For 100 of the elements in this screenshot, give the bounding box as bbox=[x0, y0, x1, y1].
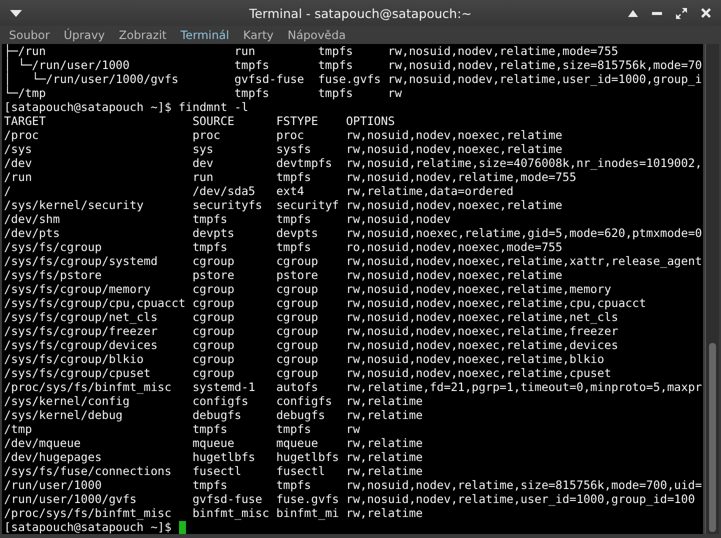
terminal-text: rw,nosuid,noexec,relatime,gid=5,mode=620,ptmxmode=0 bbox=[346, 226, 702, 240]
terminal-text: devtmpfs bbox=[276, 156, 332, 170]
cursor bbox=[178, 521, 186, 534]
terminal-text: cgroup bbox=[276, 296, 318, 310]
menu-item[interactable]: Karty bbox=[236, 28, 281, 42]
terminal-text: tmpfs bbox=[318, 58, 353, 72]
terminal-text: tmpfs bbox=[192, 478, 228, 492]
terminal-text: cgroup bbox=[276, 352, 318, 366]
terminal-text: rw,nosuid,nodev bbox=[346, 212, 451, 226]
terminal-text: tmpfs bbox=[234, 58, 270, 72]
terminal-text: rw,nosuid,nodev,noexec,relatime,cpuset bbox=[346, 366, 612, 380]
window-title: Terminal - satapouch@satapouch:~ bbox=[248, 6, 473, 20]
terminal-text: /run/user/1000/gvfs bbox=[4, 492, 137, 506]
menu-item[interactable]: Terminál bbox=[174, 28, 236, 42]
terminal-text: rw,relatime bbox=[346, 506, 423, 520]
terminal-text: /sys/fs/cgroup/net_cls bbox=[4, 310, 158, 324]
terminal-text: proc bbox=[276, 128, 304, 142]
terminal-text: debugfs bbox=[192, 408, 242, 422]
terminal-text: rw,relatime,fd=21,pgrp=1,timeout=0,minproto=5,maxpr bbox=[346, 380, 702, 394]
terminal-text: tmpfs bbox=[192, 240, 228, 254]
terminal-text: hugetlbfs bbox=[276, 450, 340, 464]
terminal-text: /sys/fs/cgroup/cpu,cpuacct bbox=[4, 296, 186, 310]
up-arrow-icon[interactable] bbox=[628, 10, 638, 16]
terminal-text: /proc/sys/fs/binfmt_misc bbox=[4, 506, 172, 520]
terminal-text: cgroup bbox=[192, 296, 234, 310]
terminal-text: rw,nosuid,nodev,noexec,relatime bbox=[346, 268, 562, 282]
terminal-text: securityf bbox=[276, 198, 340, 212]
terminal-text: cgroup bbox=[276, 338, 318, 352]
close-icon[interactable] bbox=[701, 8, 711, 18]
terminal-text: cgroup bbox=[192, 324, 234, 338]
terminal-text: ├─/run bbox=[4, 44, 46, 58]
scrollbar[interactable] bbox=[705, 44, 719, 534]
terminal-text: pstore bbox=[276, 268, 318, 282]
terminal-text: rw,nosuid,nodev,noexec,relatime bbox=[346, 128, 562, 142]
terminal-text: tmpfs bbox=[192, 422, 228, 436]
terminal-text: /sys/fs/cgroup/freezer bbox=[4, 324, 158, 338]
terminal-text: TARGET bbox=[4, 114, 46, 128]
terminal-text: cgroup bbox=[276, 254, 318, 268]
terminal-text: rw,relatime bbox=[346, 394, 423, 408]
terminal-text: /sys/fs/cgroup/systemd bbox=[4, 254, 158, 268]
terminal-text: cgroup bbox=[192, 352, 234, 366]
terminal-text: /run/user/1000 bbox=[4, 478, 102, 492]
terminal-text: tmpfs bbox=[276, 422, 312, 436]
terminal-text: rw,nosuid,nodev,relatime,user_id=1000,group_i bbox=[388, 72, 702, 86]
terminal-text: tmpfs bbox=[234, 86, 270, 100]
terminal-text: /sys/fs/cgroup/blkio bbox=[4, 352, 144, 366]
terminal-text: rw,nosuid,nodev,noexec,relatime,devices bbox=[346, 338, 618, 352]
terminal-text: /proc bbox=[4, 128, 39, 142]
terminal-text: /sys/fs/cgroup bbox=[4, 240, 102, 254]
terminal-text: rw,nosuid,nodev,noexec,relatime,memory bbox=[346, 282, 612, 296]
terminal-text: tmpfs bbox=[276, 170, 312, 184]
menu-item[interactable]: Zobrazit bbox=[112, 28, 174, 42]
terminal-text: /sys/fs/cgroup/cpuset bbox=[4, 366, 151, 380]
terminal-text: rw,nosuid,nodev,relatime,mode=755 bbox=[346, 170, 576, 184]
terminal-text: rw,nosuid,nodev,relatime,user_id=1000,group_id=100 bbox=[346, 492, 696, 506]
terminal-text: tmpfs bbox=[318, 44, 353, 58]
terminal-text: fusectl bbox=[276, 464, 326, 478]
terminal-text: /dev bbox=[4, 156, 32, 170]
terminal-text: rw,nosuid,nodev,noexec,relatime,cpu,cpuacct bbox=[346, 296, 646, 310]
terminal-text: rw,relatime bbox=[346, 464, 423, 478]
terminal-text: hugetlbfs bbox=[192, 450, 256, 464]
terminal-text: autofs bbox=[276, 380, 318, 394]
terminal-text: rw,relatime bbox=[346, 408, 423, 422]
terminal-text: cgroup bbox=[276, 282, 318, 296]
terminal-text: OPTIONS bbox=[346, 114, 395, 128]
terminal-text: /dev/shm bbox=[4, 212, 60, 226]
terminal-text: systemd-1 bbox=[192, 380, 256, 394]
terminal-text: / bbox=[4, 184, 11, 198]
dropdown-arrow-icon[interactable] bbox=[10, 10, 22, 16]
terminal-text: rw,nosuid,nodev,relatime,mode=755 bbox=[388, 44, 618, 58]
terminal-text: proc bbox=[192, 128, 220, 142]
terminal-text: cgroup bbox=[276, 366, 318, 380]
terminal-text: rw bbox=[346, 422, 360, 436]
terminal-text: rw,nosuid,nodev,relatime,size=815756k,mode=70 bbox=[388, 58, 702, 72]
terminal-text: rw,relatime bbox=[346, 450, 423, 464]
terminal-text: rw,nosuid,nodev,noexec,relatime,xattr,release_agent bbox=[346, 254, 702, 268]
terminal-text: rw,nosuid,nodev,noexec,relatime bbox=[346, 142, 562, 156]
terminal-text: [satapouch@satapouch ~]$ bbox=[4, 520, 172, 534]
terminal-text: binfmt_mi bbox=[276, 506, 340, 520]
scrollbar-thumb[interactable] bbox=[709, 342, 716, 532]
menu-item[interactable]: Úpravy bbox=[56, 28, 112, 42]
terminal-text: [satapouch@satapouch ~]$ findmnt -l bbox=[4, 100, 248, 114]
terminal-text: cgroup bbox=[192, 366, 234, 380]
menu-item[interactable]: Soubor bbox=[2, 28, 57, 42]
terminal-text: configfs bbox=[276, 394, 332, 408]
terminal-text: tmpfs bbox=[318, 86, 353, 100]
menu-item[interactable]: Nápověda bbox=[280, 28, 353, 42]
terminal-text: securityfs bbox=[192, 198, 262, 212]
terminal-text: configfs bbox=[192, 394, 248, 408]
terminal-text: pstore bbox=[192, 268, 234, 282]
terminal-text: cgroup bbox=[192, 254, 234, 268]
terminal-text: ro,nosuid,nodev,noexec,mode=755 bbox=[346, 240, 562, 254]
terminal-text: cgroup bbox=[276, 324, 318, 338]
terminal-text: FSTYPE bbox=[276, 114, 318, 128]
terminal-text: /dev/sda5 bbox=[192, 184, 256, 198]
minimize-icon[interactable] bbox=[652, 12, 662, 14]
terminal-text: gvfsd-fuse bbox=[234, 72, 304, 86]
terminal-text: cgroup bbox=[276, 310, 318, 324]
maximize-icon[interactable] bbox=[676, 8, 687, 18]
terminal-text: debugfs bbox=[276, 408, 326, 422]
